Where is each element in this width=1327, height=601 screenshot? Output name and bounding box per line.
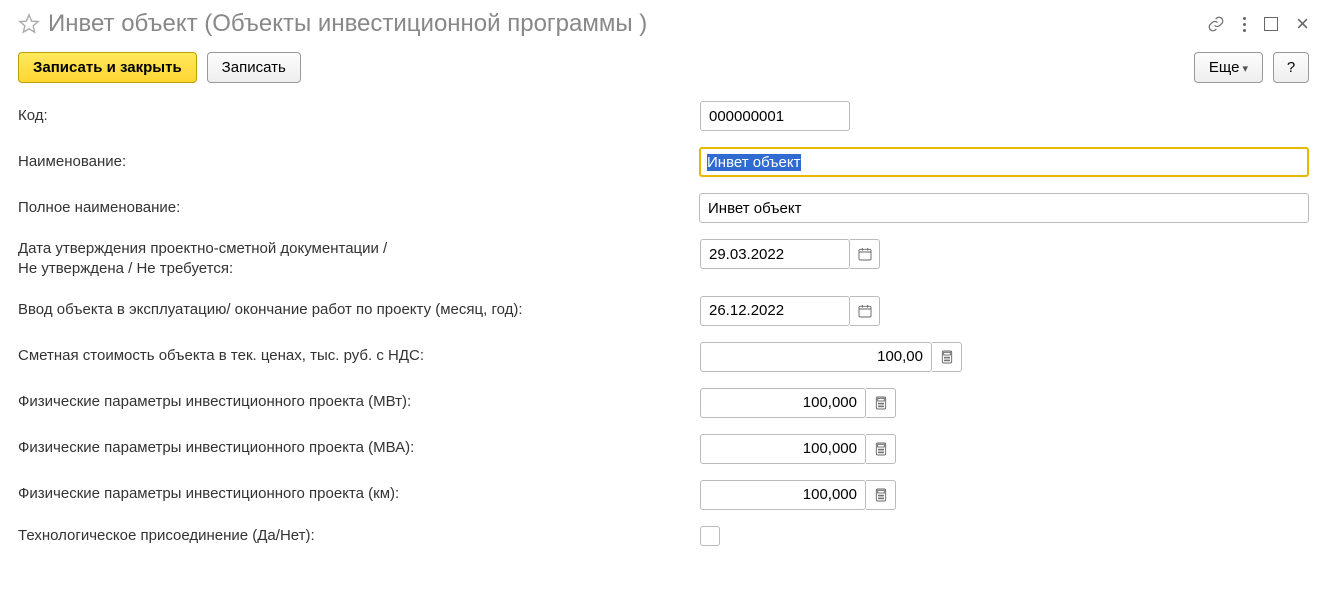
toolbar: Записать и закрыть Записать Еще ? — [18, 52, 1309, 83]
calendar-icon — [857, 303, 873, 319]
full-name-label: Полное наименование: — [18, 198, 699, 218]
phys-km-label: Физические параметры инвестиционного про… — [18, 484, 700, 504]
phys-mw-calc-button[interactable] — [866, 388, 896, 418]
link-icon[interactable] — [1207, 15, 1225, 33]
phys-km-calc-button[interactable] — [866, 480, 896, 510]
name-label: Наименование: — [18, 152, 699, 172]
phys-km-input[interactable] — [700, 480, 866, 510]
commissioning-date-input[interactable] — [700, 296, 850, 326]
kebab-menu-icon[interactable] — [1243, 17, 1246, 32]
save-and-close-button[interactable]: Записать и закрыть — [18, 52, 197, 83]
page-title: Инвет объект (Объекты инвестиционной про… — [48, 10, 1207, 38]
phys-mw-input[interactable] — [700, 388, 866, 418]
maximize-icon[interactable] — [1264, 17, 1278, 31]
est-cost-label: Сметная стоимость объекта в тек. ценах, … — [18, 346, 700, 366]
tech-conn-label: Технологическое присоединение (Да/Нет): — [18, 526, 700, 546]
calculator-icon — [939, 349, 955, 365]
phys-mva-calc-button[interactable] — [866, 434, 896, 464]
commissioning-date-picker-button[interactable] — [850, 296, 880, 326]
code-input[interactable] — [700, 101, 850, 131]
calculator-icon — [873, 487, 889, 503]
approval-date-label: Дата утверждения проектно-сметной докуме… — [18, 239, 700, 280]
phys-mw-label: Физические параметры инвестиционного про… — [18, 392, 700, 412]
calculator-icon — [873, 441, 889, 457]
phys-mva-input[interactable] — [700, 434, 866, 464]
approval-date-picker-button[interactable] — [850, 239, 880, 269]
phys-mva-label: Физические параметры инвестиционного про… — [18, 438, 700, 458]
full-name-input[interactable] — [699, 193, 1309, 223]
more-button[interactable]: Еще — [1194, 52, 1263, 83]
window-header: Инвет объект (Объекты инвестиционной про… — [18, 10, 1309, 38]
code-label: Код: — [18, 106, 700, 126]
favorite-star-icon[interactable] — [18, 13, 40, 35]
calculator-icon — [873, 395, 889, 411]
est-cost-input[interactable] — [700, 342, 932, 372]
save-button[interactable]: Записать — [207, 52, 301, 83]
commissioning-label: Ввод объекта в эксплуатацию/ окончание р… — [18, 300, 700, 320]
tech-conn-checkbox[interactable] — [700, 526, 720, 546]
approval-date-input[interactable] — [700, 239, 850, 269]
calendar-icon — [857, 246, 873, 262]
close-icon[interactable]: × — [1296, 17, 1309, 31]
help-button[interactable]: ? — [1273, 52, 1309, 83]
name-input[interactable]: Инвет объект — [699, 147, 1309, 177]
name-input-selection: Инвет объект — [707, 154, 801, 171]
est-cost-calc-button[interactable] — [932, 342, 962, 372]
